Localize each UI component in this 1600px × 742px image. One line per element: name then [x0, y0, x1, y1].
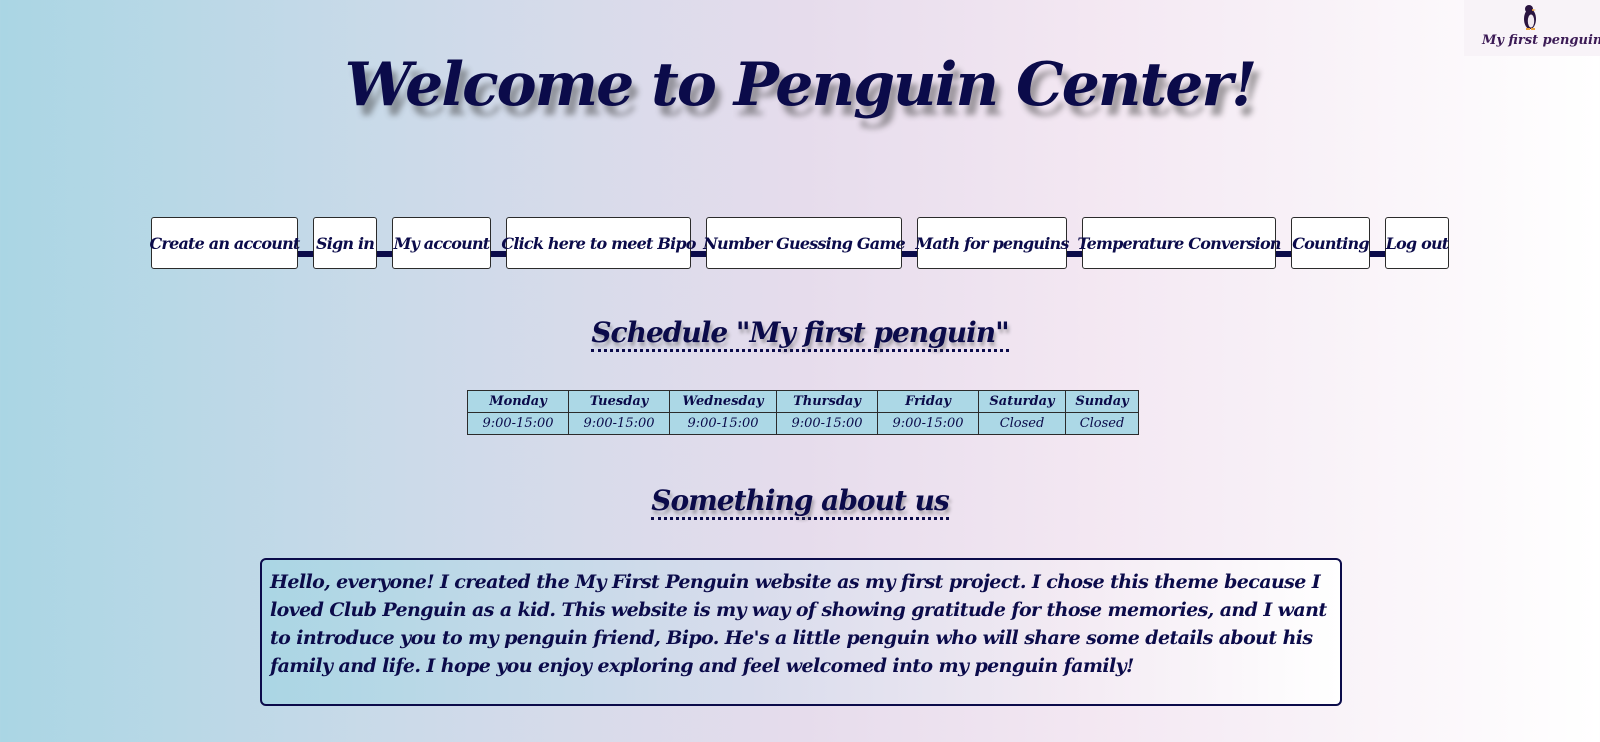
- nav-connector: [1370, 251, 1385, 257]
- nav-counting-button[interactable]: Counting: [1291, 217, 1370, 269]
- day-header: Monday: [467, 390, 569, 413]
- hours-cell: 9:00-15:00: [669, 412, 777, 435]
- nav-temperature-button[interactable]: Temperature Conversion: [1077, 217, 1281, 269]
- day-header: Tuesday: [568, 390, 670, 413]
- nav-create-account-button[interactable]: Create an account: [150, 217, 300, 269]
- nav-my-account-button[interactable]: My account: [392, 217, 491, 269]
- page-title: Welcome to Penguin Center!: [344, 50, 1258, 120]
- day-header: Sunday: [1065, 390, 1139, 413]
- schedule-hours-row: 9:00-15:00 9:00-15:00 9:00-15:00 9:00-15…: [467, 412, 1139, 435]
- nav-connector: [377, 251, 392, 257]
- main-nav: Create an account Sign in My account Cli…: [150, 216, 1449, 270]
- nav-math-button[interactable]: Math for penguins: [915, 217, 1069, 269]
- hours-cell: Closed: [1065, 412, 1139, 435]
- about-text-box: Hello, everyone! I created the My First …: [260, 558, 1342, 706]
- nav-log-out-button[interactable]: Log out: [1385, 217, 1449, 269]
- nav-connector: [1276, 251, 1291, 257]
- nav-connector: [298, 251, 313, 257]
- logo-text: My first penguin: [1482, 33, 1600, 48]
- hours-cell: 9:00-15:00: [776, 412, 878, 435]
- day-header: Thursday: [776, 390, 878, 413]
- day-header: Friday: [877, 390, 979, 413]
- schedule-table: Monday Tuesday Wednesday Thursday Friday…: [467, 390, 1139, 435]
- hours-cell: 9:00-15:00: [568, 412, 670, 435]
- schedule-heading: Schedule "My first penguin": [0, 316, 1600, 352]
- day-header: Wednesday: [669, 390, 777, 413]
- hours-cell: 9:00-15:00: [467, 412, 569, 435]
- about-heading: Something about us: [0, 484, 1600, 520]
- nav-sign-in-button[interactable]: Sign in: [313, 217, 377, 269]
- site-logo[interactable]: My first penguin: [1464, 0, 1600, 56]
- about-heading-text: Something about us: [651, 484, 950, 520]
- nav-number-guessing-button[interactable]: Number Guessing Game: [703, 217, 906, 269]
- hours-cell: 9:00-15:00: [877, 412, 979, 435]
- penguin-icon: [1524, 5, 1536, 30]
- schedule-heading-text: Schedule "My first penguin": [591, 316, 1010, 352]
- nav-meet-bipo-button[interactable]: Click here to meet Bipo: [501, 217, 696, 269]
- schedule-days-row: Monday Tuesday Wednesday Thursday Friday…: [467, 390, 1139, 413]
- day-header: Saturday: [978, 390, 1066, 413]
- hours-cell: Closed: [978, 412, 1066, 435]
